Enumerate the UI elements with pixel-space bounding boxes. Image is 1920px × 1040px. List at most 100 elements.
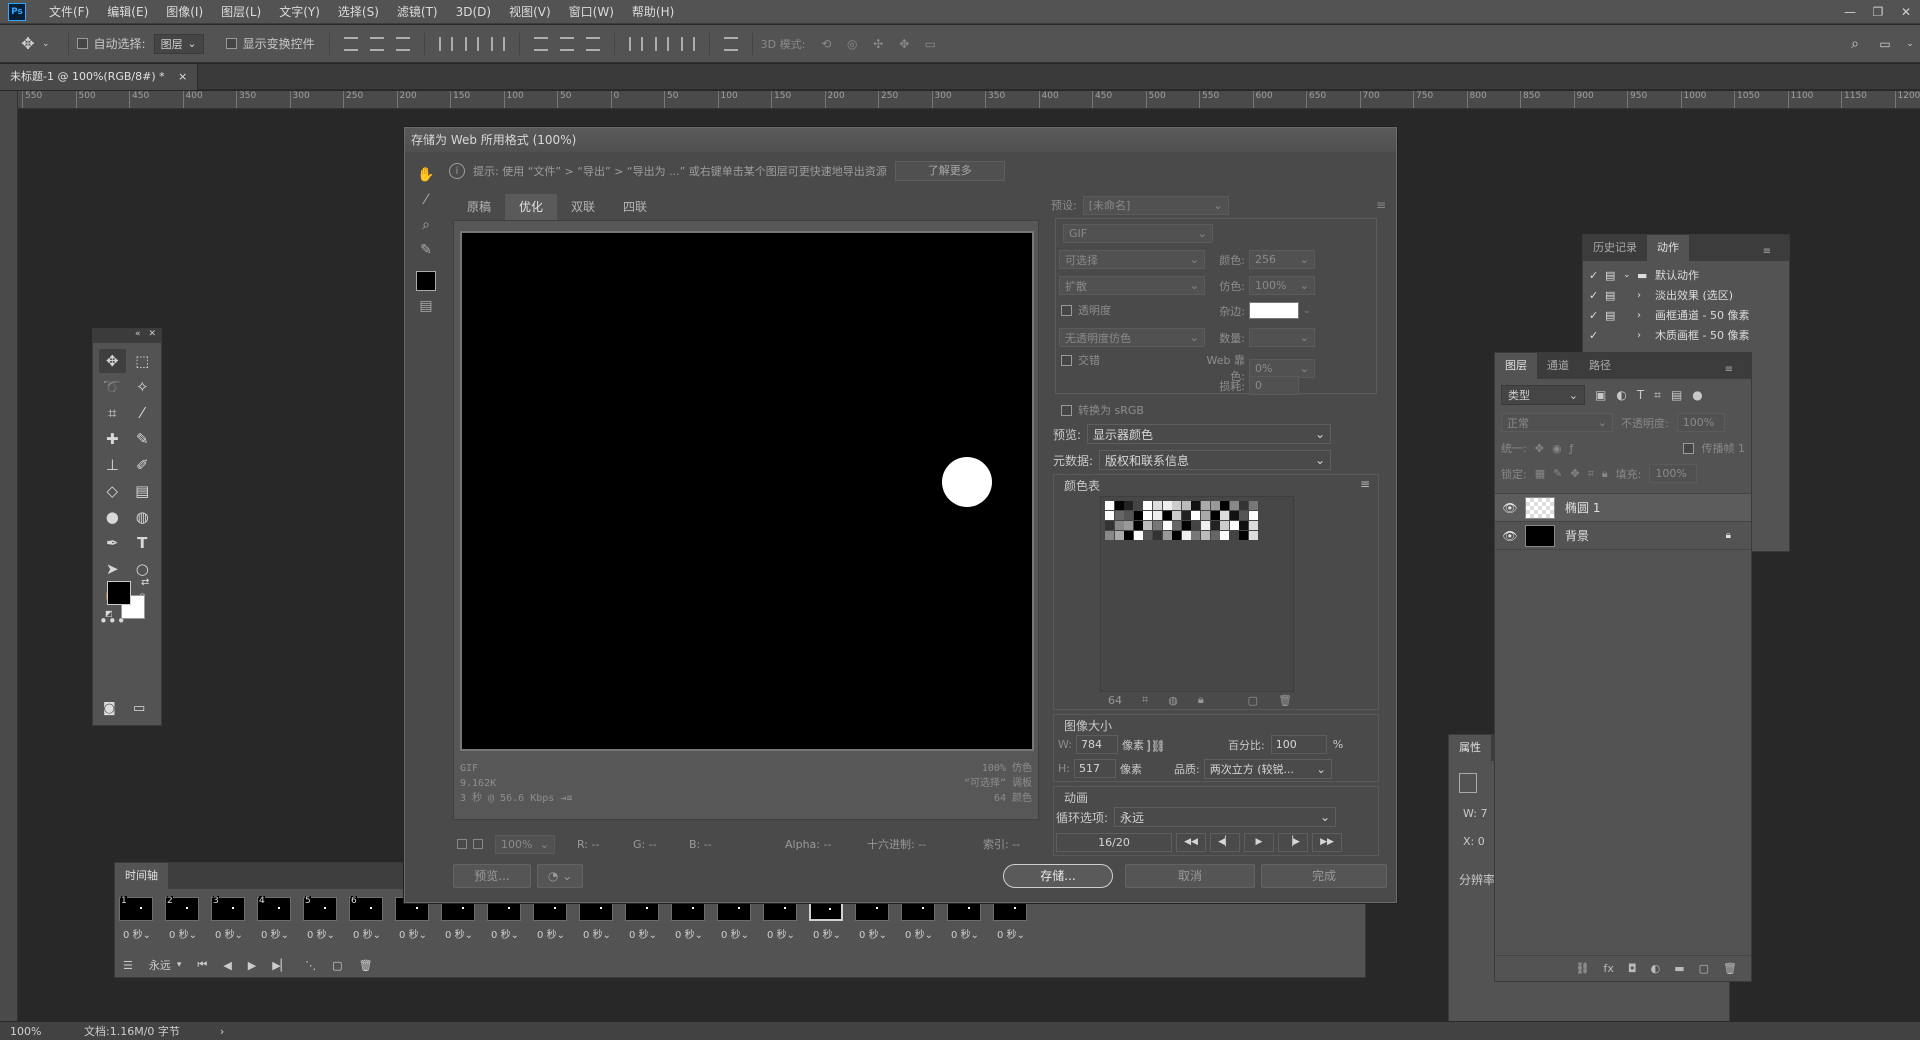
tab-properties[interactable]: 属性 [1449,735,1491,761]
vertical-ruler[interactable] [0,91,18,1021]
color-swatch[interactable] [1191,511,1201,520]
tab-layers[interactable]: 图层 [1495,353,1537,379]
color-swatch[interactable] [1172,511,1182,520]
color-swatch[interactable] [1153,501,1162,510]
hand-tool-icon[interactable]: ✋ [413,162,439,187]
color-swatch[interactable] [1162,521,1172,530]
timeline-frame[interactable]: 0 秒⌄ [671,897,707,947]
tab-4up[interactable]: 四联 [609,194,662,220]
timeline-frame[interactable]: 0 秒⌄ [809,897,845,947]
chevron-right-icon[interactable]: › [1623,290,1655,301]
lock-artboard-icon[interactable]: ⌗ [1588,467,1594,481]
menu-image[interactable]: 图像(I) [157,0,212,24]
chevron-down-icon[interactable]: ⌄ [1623,270,1637,280]
eyedropper-color-swatch[interactable] [416,270,436,291]
loop-dropdown[interactable]: 永远 ⌄ [1114,807,1337,827]
chevron-right-icon[interactable]: › [220,1025,224,1038]
frame-delay[interactable]: 0 秒⌄ [947,926,983,941]
color-swatch[interactable] [1153,521,1162,530]
move-tool-icon[interactable]: ✥ [14,34,42,53]
timeline-frame[interactable]: 3 0 秒⌄ [211,896,247,947]
frame-delay[interactable]: 0 秒⌄ [855,926,891,941]
color-swatch[interactable] [1220,511,1230,520]
color-swatch[interactable] [1143,511,1153,520]
document-tab[interactable]: 未标题-1 @ 100%(RGB/8#) * × [0,64,199,90]
menu-filter[interactable]: 滤镜(T) [388,0,447,24]
preset-dropdown[interactable]: [未命名] ⌄ [1082,195,1229,215]
color-swatch[interactable] [1162,511,1172,520]
filter-shape-icon[interactable]: ⌗ [1654,388,1661,403]
color-swatch[interactable] [1114,511,1124,520]
pan-3d-icon[interactable]: ✣ [865,37,891,51]
timeline-frame[interactable]: 5 0 秒⌄ [303,896,339,947]
frame-delay[interactable]: 0 秒⌄ [993,926,1029,941]
roll-3d-icon[interactable]: ◎ [839,37,865,51]
timeline-frame[interactable]: 0 秒⌄ [717,897,753,947]
color-table[interactable] [1100,496,1294,692]
auto-select-checkbox[interactable] [76,38,88,49]
frame-delay[interactable]: 0 秒⌄ [303,926,339,941]
menu-3d[interactable]: 3D(D) [447,0,500,24]
show-transform-checkbox[interactable] [225,38,237,49]
filter-adjust-icon[interactable]: ◐ [1616,388,1626,402]
timeline-settings-icon[interactable]: ☰ [123,959,133,972]
frame-delay[interactable]: 0 秒⌄ [763,926,799,941]
distribute-top-icon[interactable] [533,36,548,51]
color-swatch[interactable] [1239,521,1249,530]
loop-value[interactable]: 永远 [149,957,171,973]
timeline-frame[interactable]: 4 0 秒⌄ [257,896,293,947]
color-swatch[interactable] [1201,531,1210,540]
align-bottom-icon[interactable] [395,36,410,51]
save-button[interactable]: 存储... [1003,864,1113,888]
distribute-right-icon[interactable] [680,36,695,51]
color-swatch[interactable] [1249,521,1258,530]
workspace-icon[interactable]: ▭ [1870,37,1900,51]
propagate-checkbox[interactable] [1682,442,1694,454]
metadata-dropdown[interactable]: 版权和联系信息 ⌄ [1099,450,1332,470]
learn-more-button[interactable]: 了解更多 [894,161,1005,181]
orbit-3d-icon[interactable]: ⟲ [813,37,839,51]
align-left-icon[interactable] [438,36,453,51]
lossy-field[interactable]: 0 [1249,376,1299,395]
timeline-frame[interactable]: 0 秒⌄ [947,897,983,947]
default-colors-icon[interactable]: ◩ [105,609,113,618]
color-swatch[interactable] [1181,501,1191,510]
quick-mask-icon[interactable]: ◙ [103,701,116,716]
timeline-frame[interactable]: 6 0 秒⌄ [349,896,385,947]
color-swatch[interactable] [1249,531,1258,540]
layer-filter-dropdown[interactable]: 类型 ⌄ [1501,385,1585,405]
status-zoom[interactable]: 100% [10,1025,84,1038]
color-swatch[interactable] [1181,521,1191,530]
tab-original[interactable]: 原稿 [453,194,506,220]
lasso-tool-icon[interactable]: ➰ [99,375,126,399]
blend-mode-dropdown[interactable]: 正常 ⌄ [1501,413,1613,432]
first-frame-icon[interactable]: ⏮ [197,958,207,972]
color-swatch[interactable] [1210,501,1220,510]
interlaced-checkbox[interactable] [1061,354,1072,366]
frame-delay[interactable]: 0 秒⌄ [395,926,431,941]
chevron-down-icon[interactable]: ⌄ [1900,39,1920,49]
timeline-frame[interactable]: 0 秒⌄ [487,897,523,947]
optimized-image[interactable] [460,231,1034,751]
color-swatch[interactable] [1239,501,1249,510]
search-icon[interactable]: ⌕ [1840,36,1870,52]
pen-tool-icon[interactable]: ✒ [99,531,126,555]
percent-field[interactable]: 100 [1270,735,1327,754]
cancel-button[interactable]: 取消 [1125,864,1255,888]
menu-file[interactable]: 文件(F) [40,0,98,24]
timeline-frame[interactable]: 0 秒⌄ [395,897,431,947]
tab-actions[interactable]: 动作 [1647,235,1689,261]
screen-mode-icon[interactable]: ▭ [133,701,145,716]
minimize-icon[interactable]: — [1836,0,1864,24]
align-hcenter-icon[interactable] [464,36,479,51]
color-swatch[interactable] [1114,531,1124,540]
color-table-menu-icon[interactable]: ≡ [1360,477,1370,491]
color-swatch[interactable] [1229,511,1239,520]
action-row[interactable]: ✓ › 木质画框 - 50 像素 [1589,325,1783,345]
lock-color-icon[interactable]: 🔒︎ [1198,693,1204,707]
color-swatch[interactable] [1114,501,1124,510]
filter-type-icon[interactable]: T [1637,388,1644,402]
preview-browser-button[interactable]: 预览... [453,864,531,888]
scale-3d-icon[interactable]: ▭ [917,37,943,51]
color-swatch[interactable] [1133,521,1143,530]
